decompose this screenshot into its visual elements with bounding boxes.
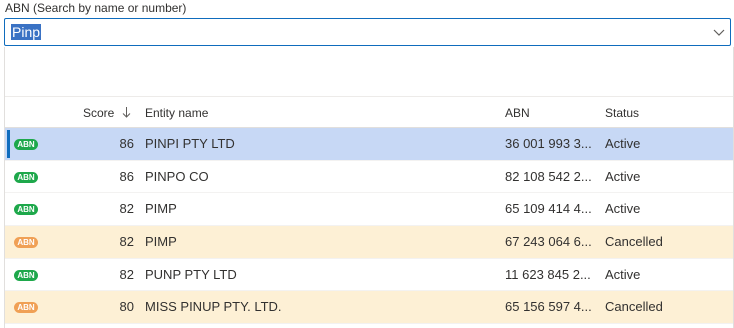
score-header-label: Score [83,106,115,120]
abn-cell: 11 623 845 2... [505,266,591,282]
arrow-down-icon [122,107,131,118]
status-cell: Active [605,201,641,217]
entity-name-cell: PINPI PTY LTD [145,136,235,151]
table-row[interactable]: ABN 82 PIMP 65 109 414 4... Active [5,193,733,227]
abn-badge-icon: ABN [14,139,38,150]
entity-name-cell: PINPO CO [145,168,209,184]
results-dropdown: Score Entity name ABN Status ABN 86 PINP… [4,47,734,328]
abn-badge-icon: ABN [14,237,38,249]
field-label: ABN (Search by name or number) [5,1,187,15]
abn-column-header[interactable]: ABN [505,106,530,120]
table-row[interactable]: ABN 86 PINPI PTY LTD 36 001 993 3... Act… [5,128,733,161]
abn-badge-icon: ABN [14,269,38,281]
status-cell: Active [605,168,641,184]
score-cell: 82 [119,234,134,250]
abn-cell: 67 243 064 6... [505,234,592,250]
abn-search-combobox[interactable]: Pinp [4,18,731,46]
abn-badge-icon: ABN [14,302,38,314]
search-input-value: Pinp [11,24,42,40]
table-header: Score Entity name ABN Status [5,96,733,128]
score-cell: 86 [119,136,134,151]
chevron-down-icon[interactable] [712,25,726,39]
entity-name-cell: PUNP PTY LTD [145,266,237,282]
entity-name-cell: PIMP [145,234,177,250]
abn-cell: 65 109 414 4... [505,201,592,217]
abn-badge-icon: ABN [14,204,38,216]
entity-name-cell: PIMP [145,201,177,217]
search-input[interactable]: Pinp [11,24,42,40]
selection-indicator [7,130,10,158]
table-row[interactable]: ABN 82 PUNP PTY LTD 11 623 845 2... Acti… [5,259,733,292]
score-cell: 86 [119,168,134,184]
score-cell: 82 [119,201,134,217]
table-row[interactable]: ABN 86 PINPO CO 82 108 542 2... Active [5,161,733,194]
abn-badge-icon: ABN [14,171,38,183]
table-row[interactable]: ABN 80 MISS PINUP PTY. LTD. 65 156 597 4… [5,291,733,325]
status-column-header[interactable]: Status [605,106,639,120]
results-list: ABN 86 PINPI PTY LTD 36 001 993 3... Act… [5,128,733,325]
score-cell: 80 [119,299,134,315]
status-cell: Cancelled [605,299,663,315]
entity-name-cell: MISS PINUP PTY. LTD. [145,299,282,315]
table-row[interactable]: ABN 82 PIMP 67 243 064 6... Cancelled [5,226,733,259]
abn-cell: 36 001 993 3... [505,136,592,151]
abn-cell: 65 156 597 4... [505,299,592,315]
entity-name-column-header[interactable]: Entity name [145,106,208,120]
score-cell: 82 [119,266,134,282]
abn-cell: 82 108 542 2... [505,168,592,184]
status-cell: Cancelled [605,234,663,250]
score-column-header[interactable]: Score [83,106,131,120]
status-cell: Active [605,136,641,151]
status-cell: Active [605,266,641,282]
